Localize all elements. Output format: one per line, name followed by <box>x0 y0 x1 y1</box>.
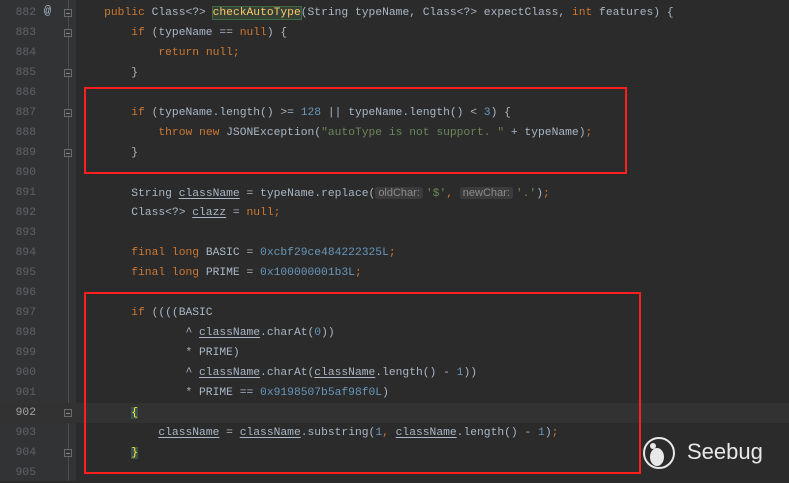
code-token: String <box>77 188 179 200</box>
line-number: 897 <box>15 307 36 319</box>
seebug-watermark: Seebug <box>641 433 781 473</box>
code-token: ; <box>388 247 396 259</box>
line-number: 904 <box>15 447 36 459</box>
code-token: '$' <box>425 188 447 200</box>
code-token: public <box>104 7 152 19</box>
code-text: final long BASIC = 0xcbf29ce484222325L; <box>77 243 396 263</box>
override-marker-icon[interactable]: @ <box>44 4 51 18</box>
code-line[interactable]: 892 Class<?> clazz = null; <box>0 203 789 223</box>
line-number: 901 <box>15 387 36 399</box>
line-number: 905 <box>15 467 36 479</box>
seebug-logo-text: Seebug <box>687 439 763 464</box>
code-token: ) { <box>266 27 288 39</box>
code-token: PRIME = <box>205 267 261 279</box>
code-token: ) <box>536 188 543 200</box>
code-text: if (typeName == null) { <box>77 23 287 43</box>
fold-toggle-icon[interactable] <box>64 149 72 157</box>
fold-toggle-icon[interactable] <box>64 109 72 117</box>
code-line[interactable]: 895 final long PRIME = 0x100000001b3L; <box>0 263 789 283</box>
code-line[interactable]: 883 if (typeName == null) { <box>0 23 789 43</box>
code-token: 0xcbf29ce484222325L <box>260 247 389 259</box>
line-number: 885 <box>15 67 36 79</box>
code-line[interactable]: 882 public Class<?> checkAutoType(String… <box>0 3 789 23</box>
line-number: 898 <box>15 327 36 339</box>
parameter-hint: oldChar: <box>375 187 423 199</box>
line-number: 887 <box>15 107 36 119</box>
code-text: return null; <box>77 43 240 63</box>
code-token[interactable]: checkAutoType <box>211 6 302 20</box>
code-token: return null; <box>158 47 240 59</box>
code-token: if <box>131 27 152 39</box>
code-line[interactable]: 885 } <box>0 63 789 83</box>
line-number: 886 <box>15 87 36 99</box>
code-token: final long <box>131 247 206 259</box>
line-number: 888 <box>15 127 36 139</box>
code-token: = <box>226 207 247 219</box>
code-text: public Class<?> checkAutoType(String typ… <box>77 3 674 23</box>
fold-toggle-icon[interactable] <box>64 409 72 417</box>
line-number: 882 <box>15 7 36 19</box>
code-token: null <box>239 27 267 39</box>
fold-toggle-icon[interactable] <box>64 449 72 457</box>
highlight-box-hash-check <box>84 292 641 474</box>
code-text: } <box>77 63 138 83</box>
highlight-box-length-check <box>84 87 627 174</box>
code-token: Class<?> <box>151 7 213 19</box>
line-number: 896 <box>15 287 36 299</box>
code-token[interactable]: clazz <box>192 207 226 219</box>
fold-toggle-icon[interactable] <box>64 69 72 77</box>
code-token: = typeName.replace( <box>239 188 376 200</box>
code-token: '.' <box>515 188 537 200</box>
line-number: 899 <box>15 347 36 359</box>
code-line[interactable]: 884 return null; <box>0 43 789 63</box>
code-token: BASIC = <box>205 247 261 259</box>
code-token[interactable]: className <box>179 188 240 200</box>
code-token: final long <box>131 267 206 279</box>
code-token: , <box>446 188 460 200</box>
line-number: 902 <box>15 407 36 419</box>
code-token: (String typeName, Class<?> expectClass, <box>300 7 572 19</box>
code-token: Class<?> <box>77 207 193 219</box>
code-token: features) { <box>599 7 674 19</box>
code-token: ; <box>543 188 550 200</box>
code-token: (typeName == <box>151 27 240 39</box>
code-token: } <box>77 67 139 79</box>
code-token: int <box>571 7 600 19</box>
fold-toggle-icon[interactable] <box>64 29 72 37</box>
line-number: 891 <box>15 187 36 199</box>
line-number: 884 <box>15 47 36 59</box>
code-token: ; <box>354 267 362 279</box>
code-token: null; <box>246 207 281 219</box>
line-number: 890 <box>15 167 36 179</box>
line-number: 894 <box>15 247 36 259</box>
code-text: final long PRIME = 0x100000001b3L; <box>77 263 362 283</box>
line-number: 893 <box>15 227 36 239</box>
line-number: 900 <box>15 367 36 379</box>
code-line[interactable]: 891 String className = typeName.replace(… <box>0 183 789 203</box>
line-number: 889 <box>15 147 36 159</box>
code-text: String className = typeName.replace(oldC… <box>77 183 550 204</box>
line-number: 895 <box>15 267 36 279</box>
code-text: Class<?> clazz = null; <box>77 203 280 223</box>
line-number: 892 <box>15 207 36 219</box>
line-number: 903 <box>15 427 36 439</box>
fold-toggle-icon[interactable] <box>64 9 72 17</box>
code-token: 0x100000001b3L <box>260 267 355 279</box>
code-line[interactable]: 893 <box>0 223 789 243</box>
seebug-logo-icon <box>643 437 675 469</box>
code-line[interactable]: 894 final long BASIC = 0xcbf29ce48422232… <box>0 243 789 263</box>
line-number: 883 <box>15 27 36 39</box>
parameter-hint: newChar: <box>459 187 513 199</box>
